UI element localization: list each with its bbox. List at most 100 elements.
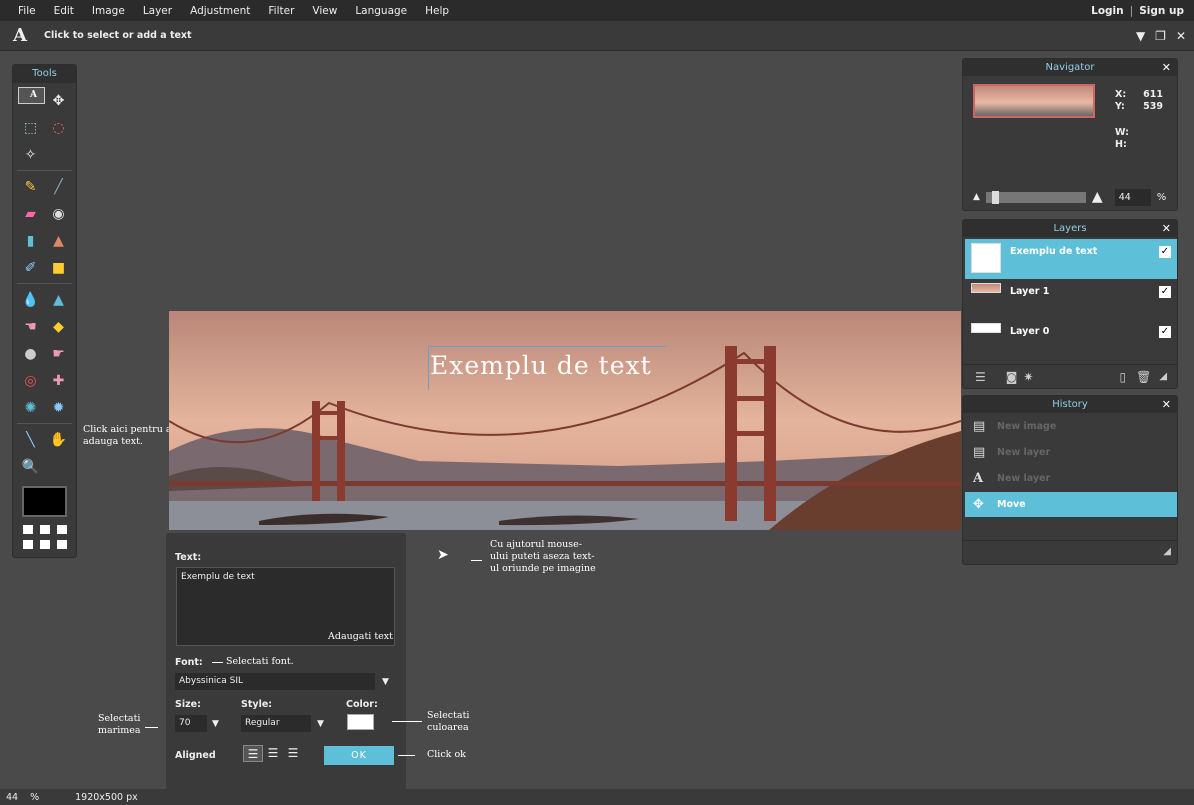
size-input[interactable]: 70 bbox=[175, 715, 207, 732]
color-replace-icon[interactable]: ✐ bbox=[17, 254, 44, 281]
annotation-move-text: Cu ajutorul mouse-ului puteti aseza text… bbox=[490, 539, 596, 574]
red-eye-tool-icon[interactable]: ◎ bbox=[17, 367, 44, 394]
align-center-icon[interactable]: ☰ bbox=[263, 745, 283, 762]
close-icon[interactable]: ✕ bbox=[1162, 59, 1171, 76]
zoom-slider-knob[interactable] bbox=[991, 190, 999, 204]
menu-adjustment[interactable]: Adjustment bbox=[181, 5, 259, 17]
zoom-in-icon[interactable]: ▲ bbox=[1092, 189, 1103, 205]
pinch-tool-icon[interactable]: ✹ bbox=[45, 394, 72, 421]
canvas-image[interactable] bbox=[169, 311, 961, 530]
tools-title: Tools bbox=[13, 65, 76, 83]
navigator-panel: Navigator ✕ X: 611 Y: 539 W: H: ▲ ▲ 44 % bbox=[962, 58, 1178, 211]
layer-thumbnail bbox=[971, 283, 1001, 293]
text-dialog: Text: Exemplu de text Adaugati text Font… bbox=[166, 533, 406, 799]
layer-name: Layer 1 bbox=[1010, 286, 1050, 297]
size-dropdown-arrow[interactable]: ▼ bbox=[212, 719, 219, 729]
navigator-thumbnail[interactable] bbox=[973, 84, 1095, 118]
layer-visibility-checkbox[interactable]: ✓ bbox=[1159, 326, 1171, 338]
layers-title: Layers ✕ bbox=[963, 220, 1177, 237]
history-label: Move bbox=[997, 499, 1026, 510]
pencil-tool-icon[interactable]: ✎ bbox=[17, 173, 44, 200]
color-label: Color: bbox=[346, 699, 378, 710]
navigator-title-label: Navigator bbox=[1045, 62, 1095, 73]
status-zoom: 44 bbox=[6, 791, 19, 803]
size-label: Size: bbox=[175, 699, 201, 710]
layer-row[interactable]: Layer 0 ✓ bbox=[965, 319, 1177, 359]
layer-settings-icon[interactable]: ☰ bbox=[975, 370, 986, 384]
navigator-title: Navigator ✕ bbox=[963, 59, 1177, 76]
font-dropdown-arrow[interactable]: ▼ bbox=[382, 677, 389, 687]
history-item[interactable]: ▤ New layer bbox=[965, 440, 1177, 465]
new-layer-icon[interactable]: ▯ bbox=[1119, 370, 1126, 384]
history-item[interactable]: A New layer bbox=[965, 466, 1177, 491]
chevron-down-icon[interactable]: ▼ bbox=[1136, 29, 1145, 43]
color-presets[interactable] bbox=[23, 525, 76, 549]
new-image-icon: ▤ bbox=[973, 419, 986, 434]
layer-mask-icon[interactable]: ◙ bbox=[1006, 370, 1018, 384]
restore-window-icon[interactable]: ❐ bbox=[1155, 29, 1166, 43]
layer-row[interactable]: Exemplu de text ✓ bbox=[965, 239, 1177, 279]
history-item[interactable]: ✥ Move bbox=[965, 492, 1177, 517]
zoom-slider[interactable] bbox=[985, 190, 1086, 204]
align-left-icon[interactable]: ☰ bbox=[243, 745, 263, 762]
layer-visibility-checkbox[interactable]: ✓ bbox=[1159, 246, 1171, 258]
history-title-label: History bbox=[1052, 399, 1088, 410]
menu-language[interactable]: Language bbox=[346, 5, 416, 17]
menu-file[interactable]: File bbox=[0, 5, 45, 17]
foreground-color-swatch[interactable] bbox=[22, 486, 67, 517]
spot-heal-icon[interactable]: ✚ bbox=[45, 367, 72, 394]
hand-tool-icon[interactable]: ✋ bbox=[45, 426, 72, 453]
zoom-input[interactable]: 44 bbox=[1114, 188, 1151, 206]
clone-stamp-icon[interactable]: ▲ bbox=[45, 227, 72, 254]
layer-thumbnail bbox=[971, 323, 1001, 333]
menu-image[interactable]: Image bbox=[83, 5, 134, 17]
ok-button[interactable]: OK bbox=[324, 746, 394, 765]
marquee-tool-icon[interactable]: ⬚ bbox=[17, 114, 44, 141]
login-link[interactable]: Login bbox=[1091, 5, 1124, 17]
resize-grip-icon[interactable]: ◢ bbox=[1163, 546, 1171, 557]
style-select[interactable]: Regular bbox=[241, 715, 311, 732]
type-tool-icon[interactable]: A bbox=[18, 87, 45, 104]
window-controls: ▼ ❐ ✕ bbox=[1136, 21, 1186, 51]
style-dropdown-arrow[interactable]: ▼ bbox=[317, 719, 324, 729]
layer-styles-icon[interactable]: ✷ bbox=[1023, 370, 1033, 384]
color-picker-icon[interactable]: ╲ bbox=[17, 426, 44, 453]
gradient-tool-icon[interactable]: ▮ bbox=[17, 227, 44, 254]
magic-wand-icon[interactable]: ✧ bbox=[17, 141, 44, 168]
eraser-tool-icon[interactable]: ▰ bbox=[17, 200, 44, 227]
layer-row[interactable]: Layer 1 ✓ bbox=[965, 279, 1177, 319]
dodge-tool-icon[interactable]: ● bbox=[17, 340, 44, 367]
sharpen-tool-icon[interactable]: ▲ bbox=[45, 286, 72, 313]
signup-link[interactable]: Sign up bbox=[1139, 5, 1184, 17]
align-right-icon[interactable]: ☰ bbox=[283, 745, 303, 762]
history-item[interactable]: ▤ New image bbox=[965, 414, 1177, 439]
bloat-tool-icon[interactable]: ✺ bbox=[17, 394, 44, 421]
menu-help[interactable]: Help bbox=[416, 5, 458, 17]
text-color-swatch[interactable] bbox=[347, 714, 374, 730]
layer-visibility-checkbox[interactable]: ✓ bbox=[1159, 286, 1171, 298]
menu-layer[interactable]: Layer bbox=[134, 5, 181, 17]
zoom-tool-icon[interactable]: 🔍 bbox=[17, 453, 44, 480]
sponge-tool-icon[interactable]: ◆ bbox=[45, 313, 72, 340]
smudge-tool-icon[interactable]: ☚ bbox=[17, 313, 44, 340]
burn-tool-icon[interactable]: ☛ bbox=[45, 340, 72, 367]
brush-tool-icon[interactable]: ╱ bbox=[45, 173, 72, 200]
menu-edit[interactable]: Edit bbox=[45, 5, 83, 17]
blur-tool-icon[interactable]: 💧 bbox=[17, 286, 44, 313]
close-icon[interactable]: ✕ bbox=[1162, 396, 1171, 413]
font-select[interactable]: Abyssinica SIL bbox=[175, 673, 375, 690]
drawing-tool-icon[interactable]: ■ bbox=[45, 254, 72, 281]
resize-grip-icon[interactable]: ◢ bbox=[1159, 371, 1167, 382]
paint-bucket-icon[interactable]: ◉ bbox=[45, 200, 72, 227]
zoom-out-icon[interactable]: ▲ bbox=[973, 192, 980, 202]
history-label: New layer bbox=[997, 473, 1051, 484]
move-tool-icon[interactable]: ✥ bbox=[45, 87, 72, 114]
menu-view[interactable]: View bbox=[303, 5, 346, 17]
menu-filter[interactable]: Filter bbox=[259, 5, 303, 17]
h-label: H: bbox=[1115, 139, 1127, 150]
close-icon[interactable]: ✕ bbox=[1176, 29, 1186, 43]
delete-layer-icon[interactable]: 🗑 bbox=[1136, 370, 1151, 384]
canvas-text-layer[interactable]: Exemplu de text bbox=[428, 346, 666, 390]
lasso-tool-icon[interactable]: ◌ bbox=[45, 114, 72, 141]
close-icon[interactable]: ✕ bbox=[1162, 220, 1171, 237]
